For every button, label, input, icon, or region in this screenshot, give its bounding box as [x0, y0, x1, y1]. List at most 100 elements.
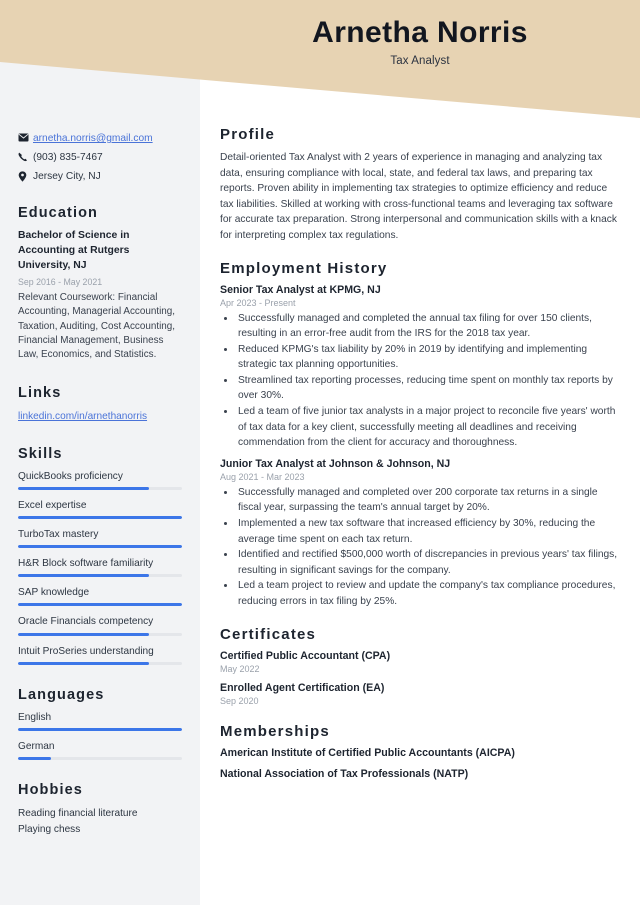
employment-bullet: Implemented a new tax software that incr…	[236, 516, 618, 547]
language-item: English	[18, 711, 182, 731]
skills-heading: Skills	[18, 445, 63, 462]
education-section: Education Bachelor of Science in Account…	[18, 205, 182, 362]
skill-meter-track	[18, 516, 182, 520]
skill-meter-track	[18, 603, 182, 607]
contact-email-value[interactable]: arnetha.norris@gmail.com	[33, 132, 153, 146]
employment-entry: Junior Tax Analyst at Johnson & Johnson,…	[220, 458, 618, 609]
skill-label: Intuit ProSeries understanding	[18, 645, 154, 657]
employment-bullet-list: Successfully managed and completed over …	[220, 485, 618, 609]
employment-bullet: Successfully managed and completed the a…	[236, 311, 618, 342]
certificate-date: May 2022	[220, 664, 260, 675]
skill-meter-track	[18, 661, 182, 665]
skill-meter-fill	[18, 545, 182, 549]
skill-label: Oracle Financials competency	[18, 616, 154, 628]
profile-heading: Profile	[220, 126, 276, 143]
employment-list: Senior Tax Analyst at KPMG, NJ Apr 2023 -…	[220, 284, 618, 609]
skill-item: Intuit ProSeries understanding	[18, 645, 182, 665]
profile-section: Profile Detail-oriented Tax Analyst with…	[220, 126, 618, 243]
contact-phone: (903) 835-7467	[18, 151, 182, 165]
candidate-role: Tax Analyst	[390, 54, 450, 67]
skills-list: QuickBooks proficiency Excel expertise Tur…	[18, 470, 182, 665]
employment-bullet: Identified and rectified $500,000 worth …	[236, 547, 618, 578]
employment-job-title: Junior Tax Analyst at Johnson & Johnson,…	[220, 458, 451, 471]
hobbies-section: Hobbies Reading financial literature Play…	[18, 782, 182, 838]
memberships-list: American Institute of Certified Public A…	[220, 747, 618, 780]
link-linkedin[interactable]: linkedin.com/in/arnethanorris	[18, 409, 182, 424]
envelope-icon	[18, 133, 33, 142]
certificate-name: Certified Public Accountant (CPA)	[220, 650, 391, 663]
main-column: Profile Detail-oriented Tax Analyst with…	[200, 0, 640, 905]
certificates-section: Certificates Certified Public Accountant…	[220, 626, 618, 706]
languages-section: Languages English German	[18, 687, 182, 760]
contact-list: arnetha.norris@gmail.com (903) 835-7467 …	[18, 132, 182, 183]
hobbies-list: Reading financial literature Playing ches…	[18, 806, 182, 838]
skill-label: H&R Block software familiarity	[18, 558, 154, 570]
profile-text: Detail-oriented Tax Analyst with 2 years…	[220, 152, 617, 241]
skill-meter-fill	[18, 574, 150, 578]
membership-item: National Association of Tax Professional…	[220, 768, 469, 781]
skill-item: QuickBooks proficiency	[18, 470, 182, 490]
employment-bullet: Streamlined tax reporting processes, red…	[236, 373, 618, 404]
phone-icon	[18, 152, 33, 162]
skill-label: SAP knowledge	[18, 587, 90, 599]
skill-item: Excel expertise	[18, 499, 182, 520]
employment-entry: Senior Tax Analyst at KPMG, NJ Apr 2023 -…	[220, 284, 618, 450]
memberships-heading: Memberships	[220, 723, 330, 741]
languages-list: English German	[18, 711, 182, 760]
skill-label: TurboTax mastery	[18, 529, 99, 541]
links-heading: Links	[18, 384, 62, 401]
links-section: Links linkedin.com/in/arnethanorris	[18, 385, 182, 424]
language-item: German	[18, 740, 182, 760]
skill-item: SAP knowledge	[18, 586, 182, 607]
hobby-item: Playing chess	[18, 823, 81, 835]
education-heading: Education	[18, 205, 98, 222]
certificate-date: Sep 2020	[220, 696, 259, 707]
skill-item: H&R Block software familiarity	[18, 557, 182, 578]
skill-meter-track	[18, 632, 182, 636]
employment-job-dates: Aug 2021 - Mar 2023	[220, 472, 305, 483]
location-pin-icon	[18, 170, 33, 182]
employment-bullet: Led a team project to review and update …	[236, 578, 618, 609]
certificate-name: Enrolled Agent Certification (EA)	[220, 682, 385, 695]
skill-item: TurboTax mastery	[18, 528, 182, 549]
skills-section: Skills QuickBooks proficiency Excel exper…	[18, 446, 182, 665]
candidate-name: Arnetha Norris	[312, 16, 528, 49]
language-meter-fill	[18, 727, 182, 731]
employment-section: Employment History Senior Tax Analyst at…	[220, 260, 618, 609]
contact-location-value: Jersey City, NJ	[33, 170, 101, 182]
education-degree: Bachelor of Science in Accounting at Rut…	[18, 230, 130, 271]
skill-label: QuickBooks proficiency	[18, 470, 123, 482]
employment-job-dates: Apr 2023 - Present	[220, 298, 296, 308]
employment-bullet: Successfully managed and completed over …	[236, 485, 618, 516]
skill-meter-fill	[18, 516, 182, 520]
skill-label: Excel expertise	[18, 499, 87, 511]
education-description: Relevant Coursework: Financial Accountin…	[18, 291, 176, 361]
employment-heading: Employment History	[220, 260, 388, 277]
contact-phone-value: (903) 835-7467	[33, 151, 103, 163]
language-meter-track	[18, 756, 182, 760]
skill-meter-track	[18, 545, 182, 549]
skill-meter-track	[18, 486, 182, 490]
sidebar: arnetha.norris@gmail.com (903) 835-7467 …	[0, 0, 200, 905]
skill-item: Oracle Financials competency	[18, 615, 182, 636]
language-meter-track	[18, 727, 182, 731]
hobby-item: Reading financial literature	[18, 807, 138, 819]
resume-page: Arnetha Norris Tax Analyst arnetha.norri…	[0, 0, 640, 905]
languages-heading: Languages	[18, 686, 105, 703]
employment-bullet: Reduced KPMG's tax liability by 20% in 2…	[236, 342, 618, 373]
certificate-entry: Enrolled Agent Certification (EA) Sep 202…	[220, 682, 618, 706]
contact-location: Jersey City, NJ	[18, 170, 182, 184]
language-label: English	[18, 711, 52, 723]
language-label: German	[18, 740, 55, 752]
skill-meter-fill	[18, 603, 182, 607]
certificate-entry: Certified Public Accountant (CPA) May 202…	[220, 650, 618, 674]
skill-meter-fill	[18, 486, 150, 490]
skill-meter-fill	[18, 661, 150, 665]
skill-meter-fill	[18, 632, 150, 636]
language-meter-fill	[18, 756, 51, 760]
membership-item: American Institute of Certified Public A…	[220, 747, 515, 760]
employment-bullet-list: Successfully managed and completed the a…	[220, 311, 618, 450]
certificates-heading: Certificates	[220, 626, 317, 644]
certificates-list: Certified Public Accountant (CPA) May 202…	[220, 650, 618, 706]
education-dates: Sep 2016 - May 2021	[18, 276, 103, 287]
